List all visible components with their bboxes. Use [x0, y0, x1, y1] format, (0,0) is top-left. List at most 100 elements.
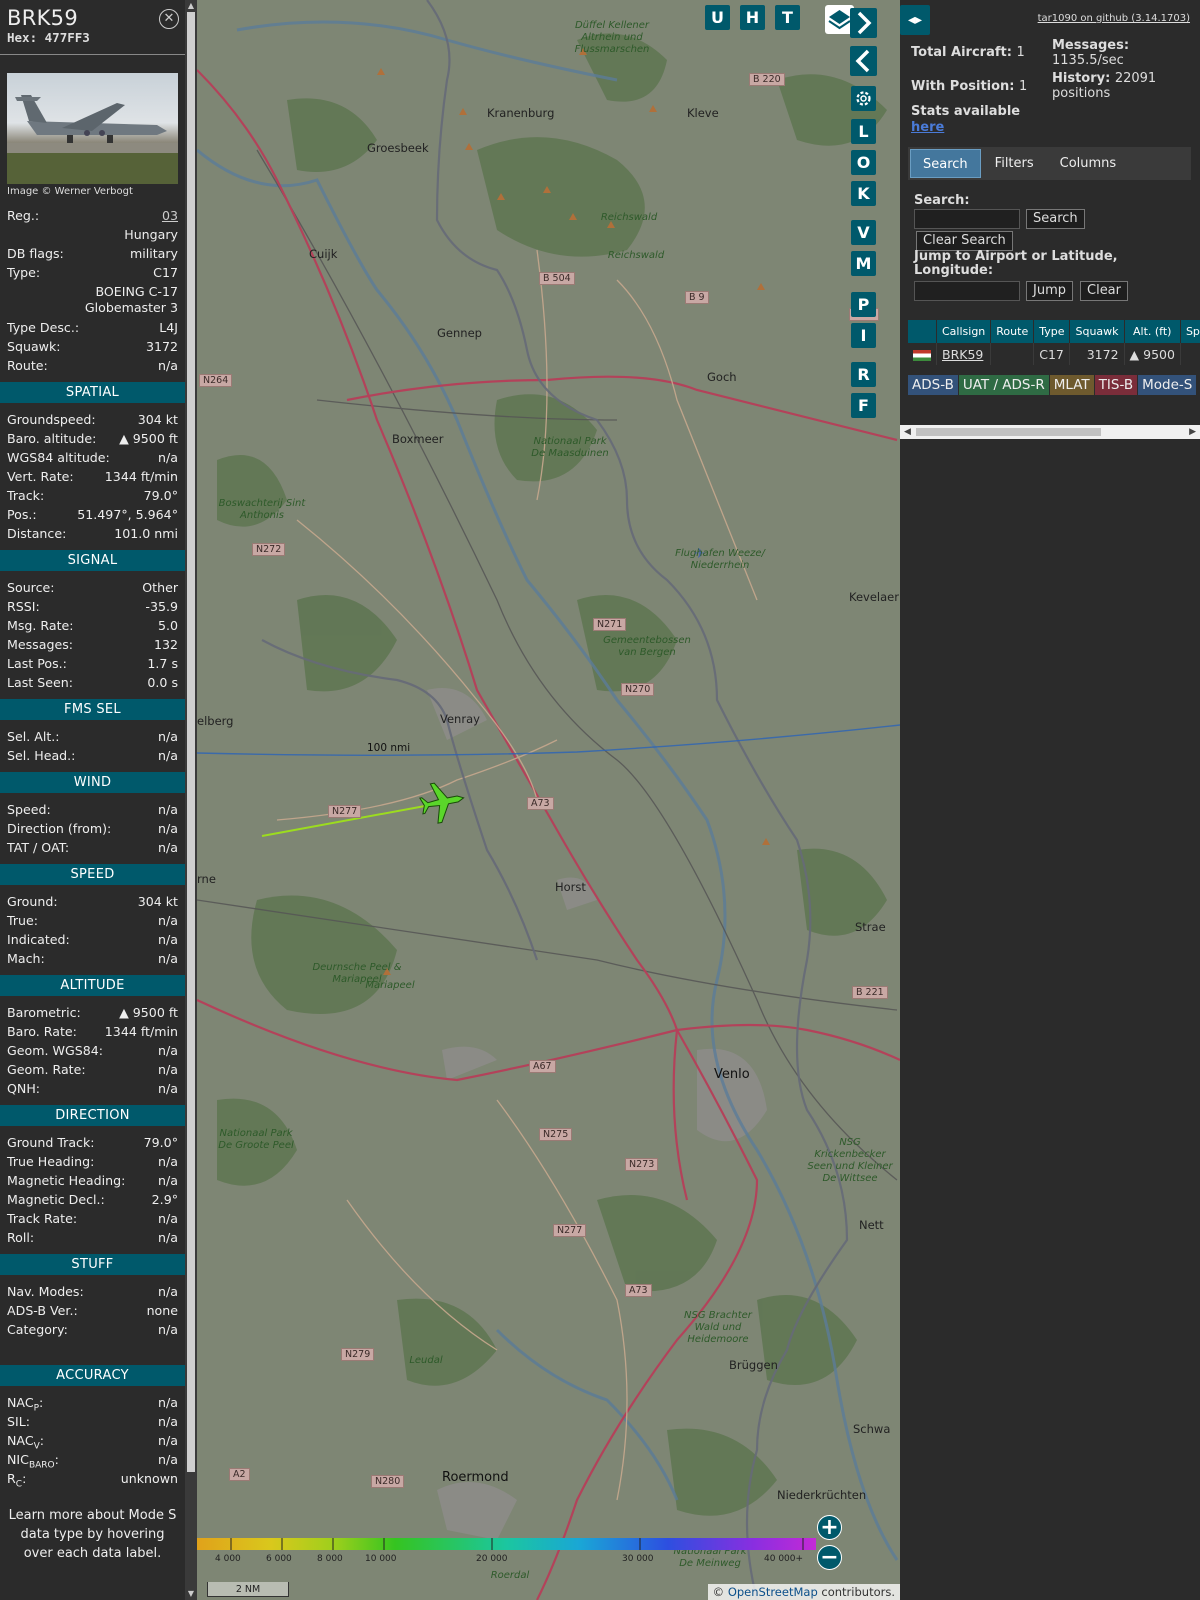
tab-search[interactable]: Search — [910, 149, 981, 178]
info-row-label[interactable]: Indicated: — [7, 930, 70, 949]
info-row-value[interactable]: 03 — [162, 206, 178, 225]
map-button-l[interactable]: L — [851, 119, 876, 144]
callsign-cell[interactable]: BRK59 — [936, 343, 992, 365]
chevron-right-icon[interactable] — [850, 8, 877, 38]
info-row-label[interactable]: Reg.: — [7, 206, 39, 225]
info-row-label[interactable]: R — [7, 1471, 16, 1486]
map-button-h[interactable]: H — [740, 5, 765, 30]
horizontal-scrollbar-thumb[interactable] — [916, 428, 1101, 436]
scroll-up-icon[interactable]: ▲ — [185, 0, 197, 12]
info-row-label[interactable]: Ground: — [7, 892, 58, 911]
info-row-label[interactable]: Pos.: — [7, 505, 37, 524]
clear-jump-button[interactable]: Clear — [1080, 281, 1128, 301]
clear-search-button[interactable]: Clear Search — [916, 231, 1013, 251]
jump-input[interactable] — [914, 281, 1020, 301]
section-header-wind[interactable]: WIND — [0, 772, 185, 793]
zoom-in-icon[interactable]: + — [817, 1515, 842, 1540]
section-header-speed[interactable]: SPEED — [0, 864, 185, 885]
info-row-label[interactable]: Vert. Rate: — [7, 467, 74, 486]
info-row-label[interactable]: Mach: — [7, 949, 45, 968]
scroll-right-icon[interactable]: ▶ — [1189, 425, 1196, 439]
column-header[interactable]: Type — [1033, 320, 1071, 343]
info-row-label[interactable]: ADS-B Ver.: — [7, 1301, 78, 1320]
version-link[interactable]: tar1090 on github (3.14.1703) — [1038, 13, 1190, 24]
info-row-label[interactable]: NAC — [7, 1395, 34, 1410]
info-row-label[interactable]: QNH: — [7, 1079, 40, 1098]
column-header[interactable]: Route — [990, 320, 1035, 343]
map-button-v[interactable]: V — [851, 220, 876, 245]
map-button-i[interactable]: I — [851, 323, 876, 348]
info-row-label[interactable]: DB flags: — [7, 244, 64, 263]
info-row-label[interactable]: TAT / OAT: — [7, 838, 69, 857]
info-row-label[interactable]: Type: — [7, 263, 40, 282]
map-button-f[interactable]: F — [851, 393, 876, 418]
table-horizontal-scrollbar[interactable]: ◀ ▶ — [900, 425, 1200, 439]
expand-sidebar-icon[interactable]: ◂▸ — [900, 5, 930, 35]
info-row-label[interactable]: SIL: — [7, 1412, 30, 1431]
info-row-label[interactable]: Last Seen: — [7, 673, 73, 692]
info-row-label[interactable]: Baro. Rate: — [7, 1022, 77, 1041]
scroll-left-icon[interactable]: ◀ — [904, 425, 911, 439]
info-row-label[interactable]: Roll: — [7, 1228, 34, 1247]
column-header[interactable]: Alt. (ft) — [1124, 320, 1181, 343]
info-row-label-group[interactable]: NACP: — [7, 1393, 43, 1414]
info-row-label[interactable]: Category: — [7, 1320, 68, 1339]
info-row-label[interactable]: Sel. Head.: — [7, 746, 75, 765]
info-row-label[interactable]: Nav. Modes: — [7, 1282, 84, 1301]
tab-filters[interactable]: Filters — [983, 149, 1046, 178]
info-row-label[interactable]: Distance: — [7, 524, 66, 543]
info-row-label[interactable]: Track: — [7, 486, 44, 505]
map-button-p[interactable]: P — [851, 292, 876, 317]
scrollbar-thumb[interactable] — [187, 12, 195, 1472]
info-row-label-group[interactable]: NACV: — [7, 1431, 44, 1452]
info-row-label[interactable]: Source: — [7, 578, 55, 597]
info-row-label[interactable]: Direction (from): — [7, 819, 111, 838]
map-button-u[interactable]: U — [705, 5, 730, 30]
scroll-down-icon[interactable]: ▼ — [185, 1588, 197, 1600]
map-button-k[interactable]: K — [851, 181, 876, 206]
info-row-label[interactable]: Type Desc.: — [7, 318, 79, 337]
column-header[interactable]: Spd — [1180, 320, 1200, 343]
source-chip[interactable]: MLAT — [1049, 375, 1094, 395]
source-chip[interactable]: Mode-S — [1138, 375, 1197, 395]
info-row-label[interactable]: Squawk: — [7, 337, 61, 356]
openstreetmap-link[interactable]: OpenStreetMap — [728, 1585, 818, 1599]
info-row-label[interactable]: True: — [7, 911, 38, 930]
info-row-label-group[interactable]: RC: — [7, 1469, 26, 1490]
info-row-label[interactable]: Track Rate: — [7, 1209, 77, 1228]
chevron-left-icon[interactable] — [850, 46, 877, 76]
info-row-label[interactable]: Groundspeed: — [7, 410, 96, 429]
column-header[interactable]: Callsign — [936, 320, 992, 343]
stats-here-link[interactable]: here — [911, 120, 944, 135]
column-header[interactable]: Squawk — [1069, 320, 1125, 343]
settings-gear-icon[interactable] — [851, 86, 876, 111]
map-button-r[interactable]: R — [851, 362, 876, 387]
info-row-label[interactable]: Route: — [7, 356, 48, 375]
section-header-altitude[interactable]: ALTITUDE — [0, 975, 185, 996]
section-header-spatial[interactable]: SPATIAL — [0, 382, 185, 403]
info-row-label[interactable]: NAC — [7, 1433, 34, 1448]
source-chip[interactable]: UAT / ADS-R — [958, 375, 1049, 395]
map-button-m[interactable]: M — [851, 251, 876, 276]
column-header[interactable] — [908, 320, 937, 343]
info-row-label[interactable]: Geom. Rate: — [7, 1060, 86, 1079]
info-row-label[interactable]: Ground Track: — [7, 1133, 95, 1152]
info-row-label[interactable]: RSSI: — [7, 597, 40, 616]
info-row-label[interactable]: Barometric: — [7, 1003, 81, 1022]
info-row-label[interactable]: Sel. Alt.: — [7, 727, 60, 746]
info-scrollbar[interactable]: ▲ ▼ — [185, 0, 197, 1600]
source-chip[interactable]: TIS-B — [1094, 375, 1138, 395]
info-row-label[interactable]: Magnetic Heading: — [7, 1171, 125, 1190]
map-button-o[interactable]: O — [851, 150, 876, 175]
info-row-label[interactable]: NIC — [7, 1452, 29, 1467]
tab-columns[interactable]: Columns — [1048, 149, 1129, 178]
section-header-fms-sel[interactable]: FMS SEL — [0, 699, 185, 720]
info-row-label[interactable]: Geom. WGS84: — [7, 1041, 103, 1060]
section-header-accuracy[interactable]: ACCURACY — [0, 1365, 185, 1386]
search-input[interactable] — [914, 209, 1020, 229]
info-row-label[interactable]: Magnetic Decl.: — [7, 1190, 105, 1209]
info-row-label[interactable]: Messages: — [7, 635, 73, 654]
table-row[interactable]: BRK59 C17 3172 ▲ 9500 — [908, 343, 1200, 365]
search-button[interactable]: Search — [1026, 209, 1085, 229]
map-button-t[interactable]: T — [775, 5, 800, 30]
